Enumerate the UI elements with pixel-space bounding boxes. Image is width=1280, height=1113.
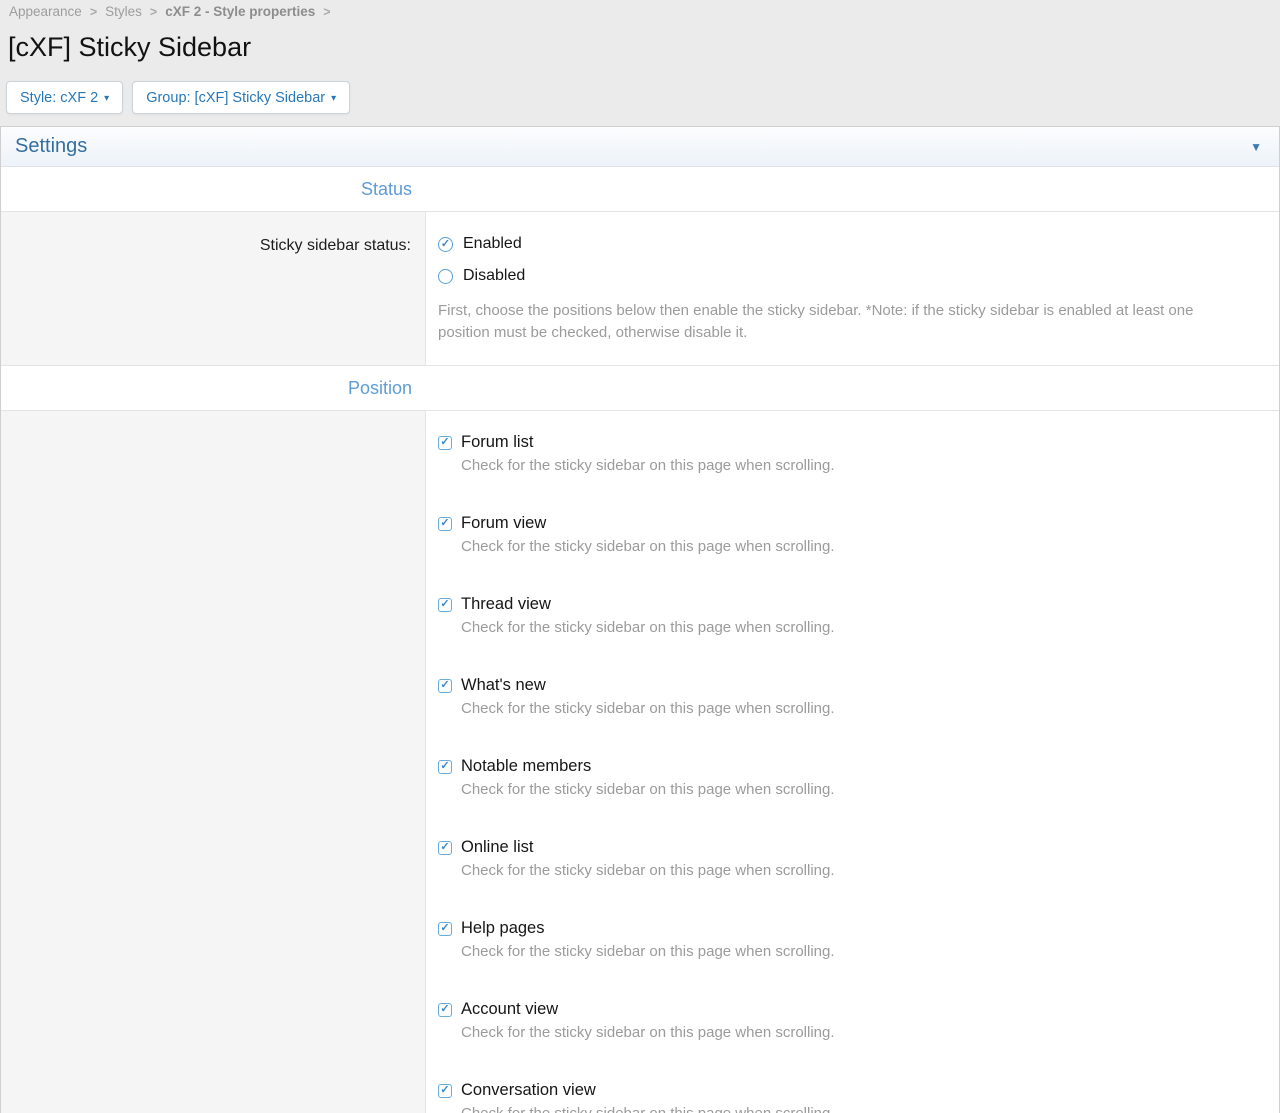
checkbox-description: Check for the sticky sidebar on this pag… [461,781,1263,798]
check-icon: ✓ [441,239,450,250]
checkbox-label: Notable members [461,757,591,776]
style-dropdown-label: Style: cXF 2 [20,90,98,106]
settings-panel-title: Settings [15,135,87,158]
checkbox-checked-icon[interactable]: ✓ [438,922,452,936]
check-icon: ✓ [440,437,449,448]
position-heading-label: Position [1,378,426,399]
position-row: ✓ Forum list Check for the sticky sideba… [1,411,1279,1113]
checkbox-label: Account view [461,1000,558,1019]
position-item-help-pages: ✓ Help pages Check for the sticky sideba… [438,919,1263,960]
status-row: Sticky sidebar status: ✓ Enabled Disable… [1,212,1279,366]
check-icon: ✓ [440,842,449,853]
check-icon: ✓ [440,1085,449,1096]
status-row-controls: ✓ Enabled Disabled First, choose the pos… [426,212,1279,365]
checkbox-whats-new[interactable]: ✓ What's new [438,676,1263,695]
position-item-whats-new: ✓ What's new Check for the sticky sideba… [438,676,1263,717]
radio-checked-icon[interactable]: ✓ [438,237,453,252]
section-heading-position: Position [1,366,1279,411]
checkbox-description: Check for the sticky sidebar on this pag… [461,862,1263,879]
status-heading-label: Status [1,179,426,200]
breadcrumb-styles[interactable]: Styles [105,4,142,19]
checkbox-help-pages[interactable]: ✓ Help pages [438,919,1263,938]
checkbox-checked-icon[interactable]: ✓ [438,517,452,531]
collapse-arrow-icon[interactable]: ▼ [1250,140,1262,154]
toolbar: Style: cXF 2 ▾ Group: [cXF] Sticky Sideb… [6,81,1280,114]
position-item-online-list: ✓ Online list Check for the sticky sideb… [438,838,1263,879]
chevron-down-icon: ▾ [104,93,109,104]
checkbox-description: Check for the sticky sidebar on this pag… [461,700,1263,717]
checkbox-conversation-view[interactable]: ✓ Conversation view [438,1081,1263,1100]
breadcrumb-separator-icon: > [90,5,97,19]
checkbox-online-list[interactable]: ✓ Online list [438,838,1263,857]
breadcrumb: Appearance > Styles > cXF 2 - Style prop… [0,0,1280,19]
checkbox-checked-icon[interactable]: ✓ [438,760,452,774]
checkbox-checked-icon[interactable]: ✓ [438,1084,452,1098]
breadcrumb-separator-icon: > [323,5,330,19]
checkbox-description: Check for the sticky sidebar on this pag… [461,943,1263,960]
page-title: [cXF] Sticky Sidebar [8,32,1280,63]
checkbox-label: Online list [461,838,533,857]
position-row-controls: ✓ Forum list Check for the sticky sideba… [426,411,1279,1113]
radio-option-enabled[interactable]: ✓ Enabled [438,228,1263,260]
position-row-label [1,411,426,1113]
position-item-notable-members: ✓ Notable members Check for the sticky s… [438,757,1263,798]
radio-label-disabled: Disabled [463,267,525,285]
check-icon: ✓ [440,680,449,691]
checkbox-label: Conversation view [461,1081,596,1100]
position-item-thread-view: ✓ Thread view Check for the sticky sideb… [438,595,1263,636]
radio-label-enabled: Enabled [463,235,522,253]
check-icon: ✓ [440,761,449,772]
checkbox-label: Help pages [461,919,544,938]
checkbox-label: Forum list [461,433,533,452]
checkbox-forum-list[interactable]: ✓ Forum list [438,433,1263,452]
group-dropdown-label: Group: [cXF] Sticky Sidebar [146,90,325,106]
check-icon: ✓ [440,1004,449,1015]
checkbox-checked-icon[interactable]: ✓ [438,598,452,612]
checkbox-description: Check for the sticky sidebar on this pag… [461,538,1263,555]
style-dropdown-button[interactable]: Style: cXF 2 ▾ [6,81,123,114]
checkbox-description: Check for the sticky sidebar on this pag… [461,619,1263,636]
checkbox-account-view[interactable]: ✓ Account view [438,1000,1263,1019]
breadcrumb-appearance[interactable]: Appearance [9,4,82,19]
admin-page: Appearance > Styles > cXF 2 - Style prop… [0,0,1280,1113]
breadcrumb-separator-icon: > [150,5,157,19]
chevron-down-icon: ▾ [331,93,336,104]
checkbox-description: Check for the sticky sidebar on this pag… [461,457,1263,474]
group-dropdown-button[interactable]: Group: [cXF] Sticky Sidebar ▾ [132,81,350,114]
settings-panel-header[interactable]: Settings ▼ [1,127,1279,167]
check-icon: ✓ [440,599,449,610]
checkbox-checked-icon[interactable]: ✓ [438,1003,452,1017]
checkbox-description: Check for the sticky sidebar on this pag… [461,1105,1263,1113]
checkbox-forum-view[interactable]: ✓ Forum view [438,514,1263,533]
checkbox-checked-icon[interactable]: ✓ [438,436,452,450]
status-row-label: Sticky sidebar status: [1,212,426,365]
checkbox-checked-icon[interactable]: ✓ [438,841,452,855]
breadcrumb-current[interactable]: cXF 2 - Style properties [165,4,315,19]
section-heading-status: Status [1,167,1279,212]
checkbox-label: What's new [461,676,546,695]
checkbox-notable-members[interactable]: ✓ Notable members [438,757,1263,776]
position-item-account-view: ✓ Account view Check for the sticky side… [438,1000,1263,1041]
position-item-forum-view: ✓ Forum view Check for the sticky sideba… [438,514,1263,555]
checkbox-thread-view[interactable]: ✓ Thread view [438,595,1263,614]
status-explanation: First, choose the positions below then e… [438,300,1248,343]
radio-option-disabled[interactable]: Disabled [438,260,1263,292]
settings-panel: Settings ▼ Status Sticky sidebar status:… [0,126,1280,1113]
position-item-forum-list: ✓ Forum list Check for the sticky sideba… [438,433,1263,474]
check-icon: ✓ [440,518,449,529]
checkbox-label: Forum view [461,514,546,533]
checkbox-description: Check for the sticky sidebar on this pag… [461,1024,1263,1041]
position-item-conversation-view: ✓ Conversation view Check for the sticky… [438,1081,1263,1113]
radio-unchecked-icon[interactable] [438,269,453,284]
check-icon: ✓ [440,923,449,934]
checkbox-checked-icon[interactable]: ✓ [438,679,452,693]
checkbox-label: Thread view [461,595,551,614]
